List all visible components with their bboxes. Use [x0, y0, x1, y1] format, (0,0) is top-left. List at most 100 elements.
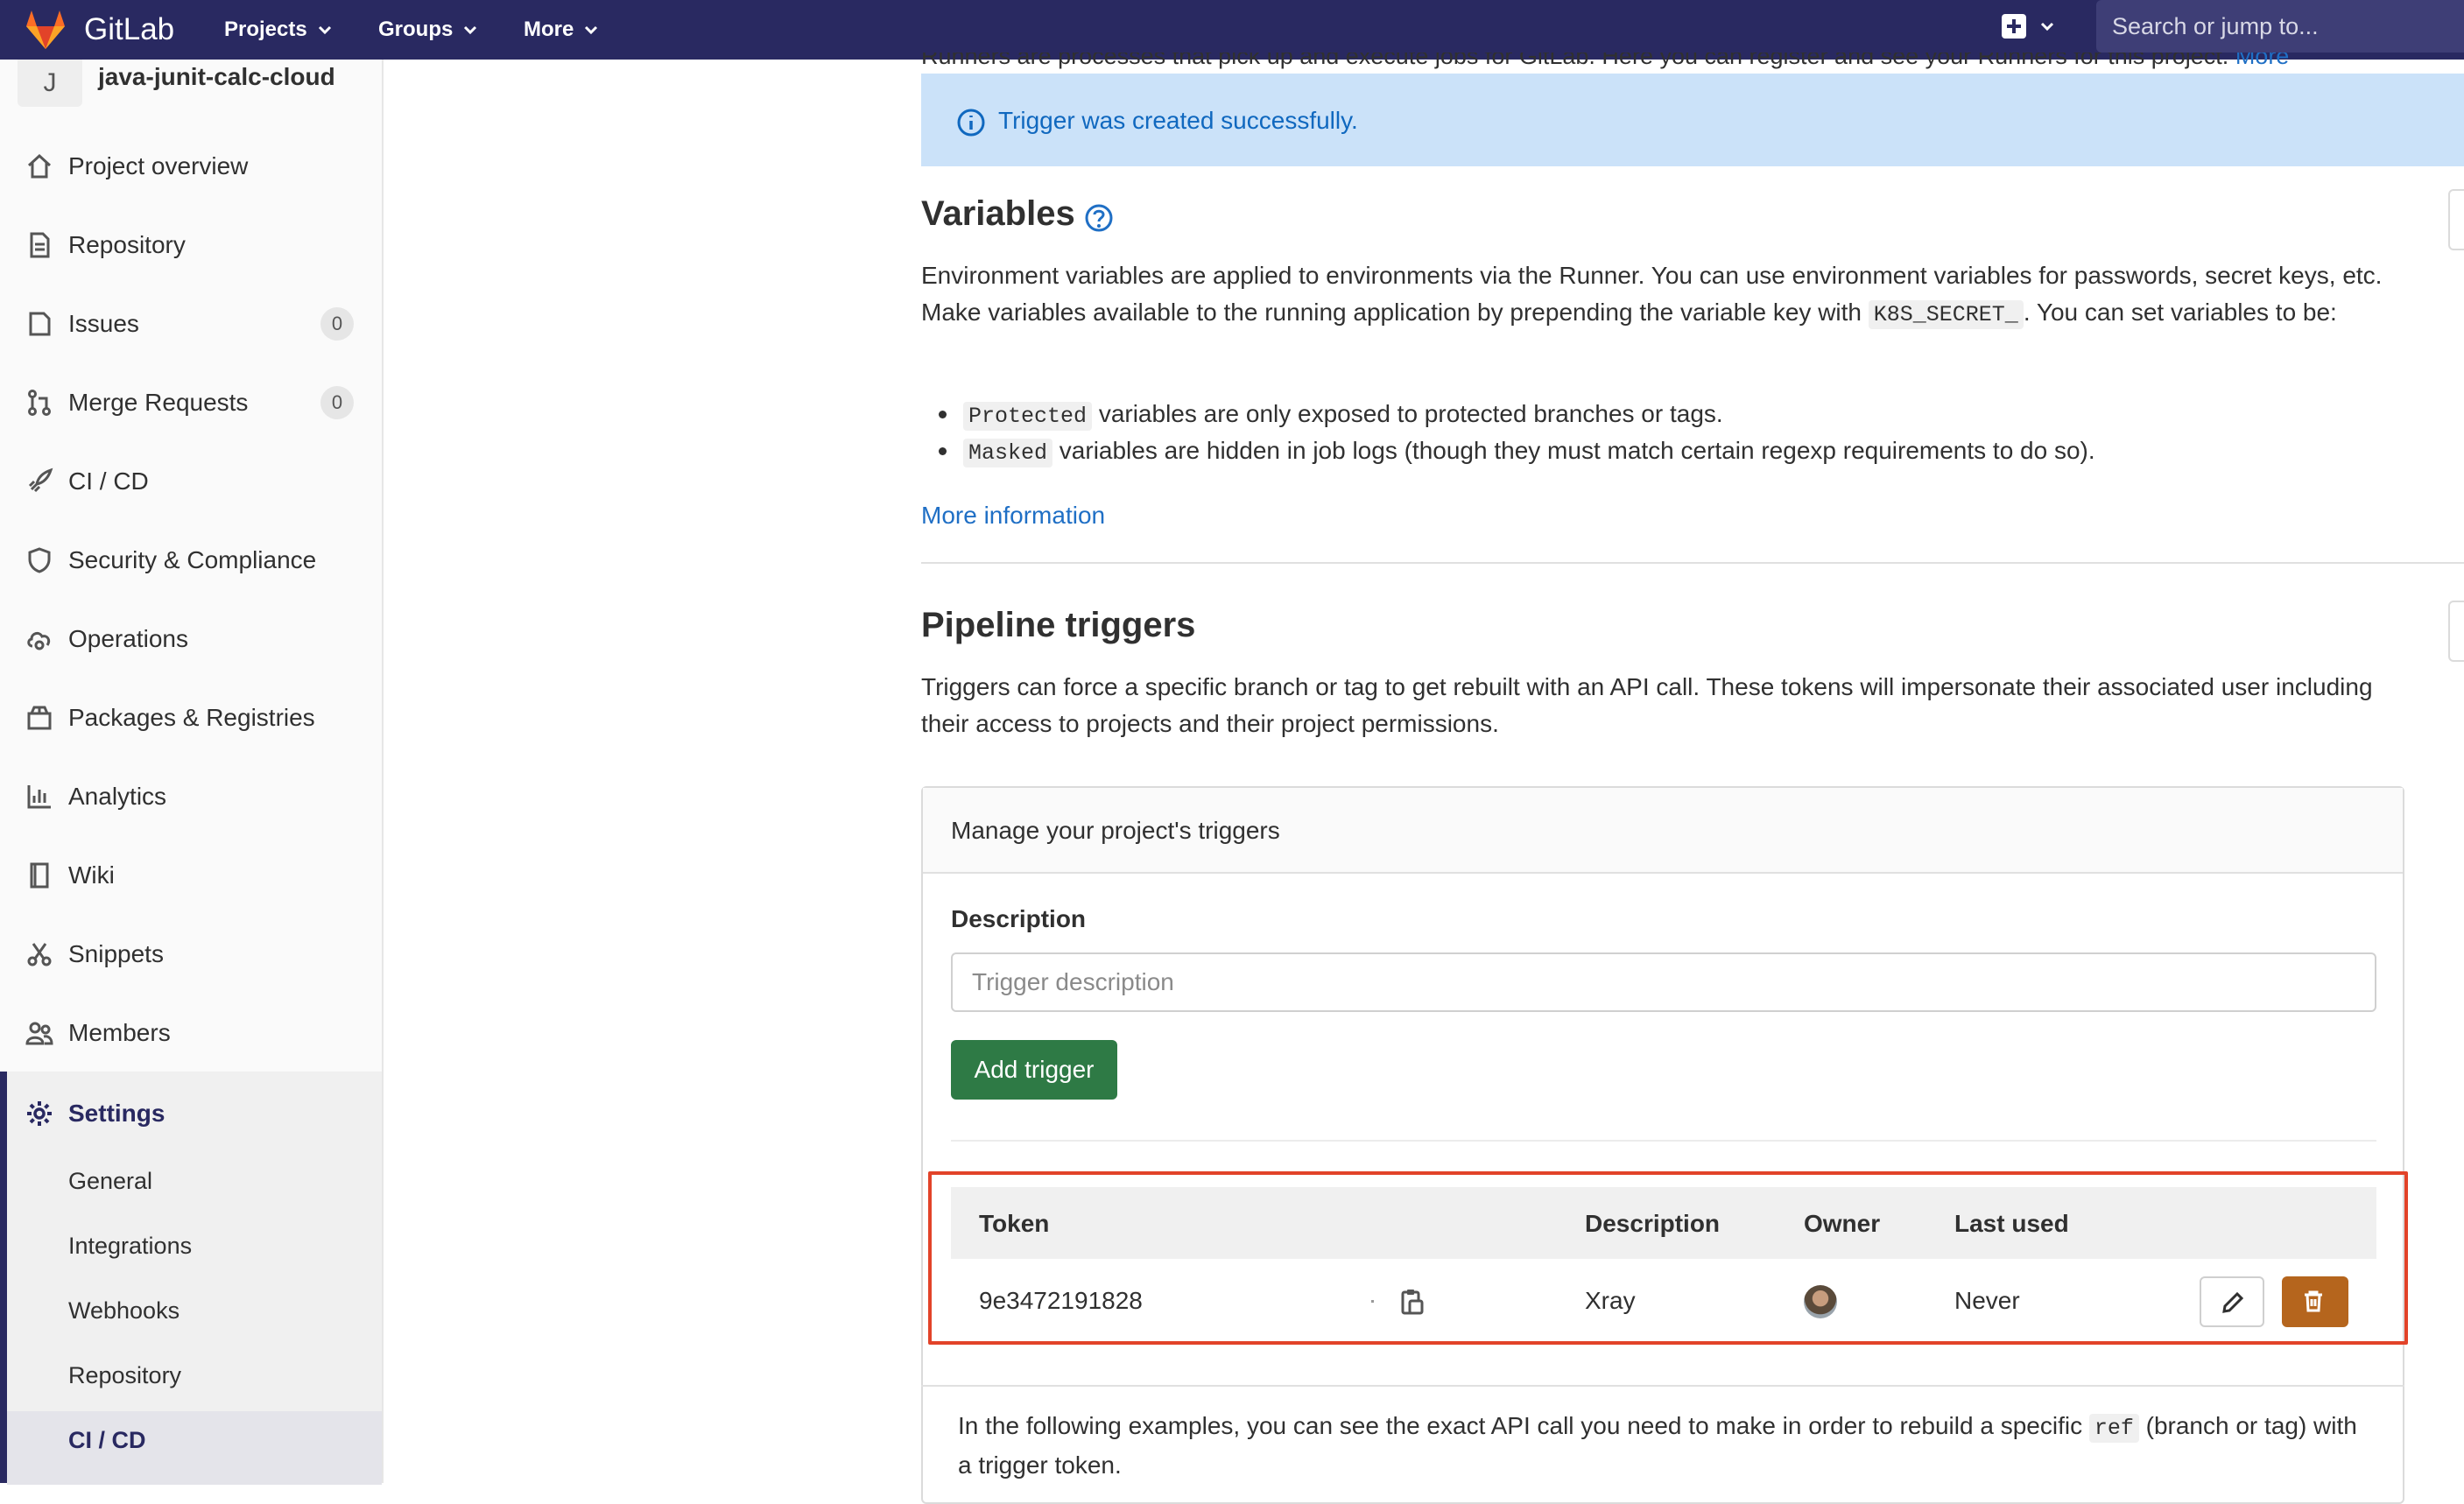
sidebar-item-label: Merge Requests: [68, 389, 249, 416]
settings-sub-item-ci-cd[interactable]: CI / CD: [68, 1427, 146, 1454]
sidebar: J java-junit-calc-cloud Project overview…: [0, 60, 384, 1485]
variables-title: Variables: [921, 194, 1075, 233]
description-label: Description: [951, 905, 1087, 932]
sidebar-item-operations[interactable]: Operations: [0, 611, 382, 667]
sidebar-item-snippets[interactable]: Snippets: [0, 926, 382, 982]
nav-more-dropdown[interactable]: More: [524, 0, 598, 60]
doc-icon: [30, 232, 50, 258]
shield-icon: [28, 547, 51, 573]
sidebar-item-label: Project overview: [68, 152, 249, 179]
active-subitem-background: [7, 1411, 382, 1485]
sidebar-item-label: CI / CD: [68, 467, 149, 495]
variables-description: Environment variables are applied to env…: [921, 257, 2410, 334]
sidebar-item-analytics[interactable]: Analytics: [0, 769, 382, 825]
ref-code: ref: [2088, 1414, 2139, 1443]
brand-name: GitLab: [84, 12, 175, 46]
users-icon: [25, 1022, 53, 1045]
more-information-link[interactable]: More information: [921, 497, 2410, 534]
gitlab-home-link[interactable]: GitLab: [23, 0, 174, 60]
info-icon: [957, 109, 985, 137]
examples-text-before: In the following examples, you can see t…: [958, 1412, 2083, 1439]
add-trigger-button[interactable]: Add trigger: [951, 1040, 1117, 1100]
section-divider: [921, 562, 2464, 564]
card-header-text: Manage your project's triggers: [951, 817, 1280, 844]
trigger-examples-text: In the following examples, you can see t…: [958, 1408, 2376, 1484]
project-name-link[interactable]: java-junit-calc-cloud: [98, 63, 335, 91]
nav-projects-dropdown[interactable]: Projects: [224, 0, 332, 60]
rocket-icon: [28, 467, 53, 493]
question-icon[interactable]: [1084, 203, 1114, 233]
card-body-divider: [921, 1385, 2404, 1387]
sidebar-item-members[interactable]: Members: [0, 1005, 382, 1061]
masked-bullet: Masked variables are hidden in job logs …: [939, 432, 2095, 472]
trigger-description-input[interactable]: [951, 952, 2376, 1012]
variables-expand-button[interactable]: [2448, 189, 2464, 250]
triggers-card: Manage your project's triggers: [921, 786, 2404, 1504]
triggers-collapse-button[interactable]: [2448, 601, 2464, 662]
protected-text: variables are only exposed to protected …: [1098, 400, 1723, 427]
sidebar-item-label: Snippets: [68, 940, 164, 967]
sidebar-item-label: Operations: [68, 625, 188, 652]
issues-count-badge: 0: [320, 307, 354, 341]
sidebar-item-wiki[interactable]: Wiki: [0, 847, 382, 903]
success-alert: Trigger was created successfully.: [921, 74, 2464, 166]
scissors-icon: [27, 943, 52, 966]
gitlab-logo-icon: [26, 11, 65, 49]
sidebar-item-project-overview[interactable]: Project overview: [0, 138, 382, 194]
sidebar-item-security-compliance[interactable]: Security & Compliance: [0, 532, 382, 588]
chevron-down-icon[interactable]: [2040, 19, 2054, 33]
merge-requests-count-badge: 0: [320, 386, 354, 419]
pipeline-triggers-title: Pipeline triggers: [921, 606, 1196, 644]
chevron-down-icon: [318, 25, 331, 35]
merge-request-icon: [28, 390, 51, 416]
cloud-gear-icon: [27, 631, 51, 650]
gear-icon: [27, 1101, 52, 1126]
sidebar-item-label: Packages & Registries: [68, 704, 315, 731]
nav-projects-label: Projects: [224, 18, 307, 41]
nav-groups-label: Groups: [378, 18, 454, 41]
sidebar-item-label: Security & Compliance: [68, 546, 317, 573]
runners-description: Runners are processes that pick up and e…: [921, 53, 2464, 75]
chevron-down-icon: [464, 25, 477, 35]
sidebar-item-label: Analytics: [68, 783, 167, 810]
top-navbar: GitLab Projects Groups More: [0, 0, 2464, 60]
sidebar-item-label: Repository: [68, 231, 186, 258]
sidebar-item-label: Wiki: [68, 861, 115, 889]
protected-code: Protected: [963, 402, 1093, 431]
sidebar-item-label: Issues: [68, 310, 139, 337]
nav-groups-dropdown[interactable]: Groups: [378, 0, 477, 60]
sidebar-item-packages-registries[interactable]: Packages & Registries: [0, 690, 382, 746]
masked-text: variables are hidden in job logs (though…: [1059, 437, 2095, 464]
chart-icon: [27, 785, 51, 809]
token-row-highlight: [928, 1171, 2408, 1345]
triggers-description: Triggers can force a specific branch or …: [921, 673, 2373, 737]
sidebar-item-label: Members: [68, 1019, 171, 1046]
alert-message: Trigger was created successfully.: [998, 107, 1358, 134]
k8s-secret-code: K8S_SECRET_: [1868, 300, 2024, 329]
masked-code: Masked: [963, 439, 1053, 467]
protected-bullet: Protected variables are only exposed to …: [939, 396, 1723, 435]
package-icon: [27, 706, 52, 730]
settings-sub-item-integrations[interactable]: Integrations: [68, 1233, 192, 1260]
sidebar-item-repository[interactable]: Repository: [0, 217, 382, 273]
runners-text: Runners are processes that pick up and e…: [921, 53, 2229, 69]
form-divider: [951, 1140, 2376, 1142]
settings-sub-item-general[interactable]: General: [68, 1168, 152, 1195]
home-icon: [27, 153, 52, 179]
settings-sub-item-webhooks[interactable]: Webhooks: [68, 1297, 180, 1325]
nav-more-label: More: [524, 18, 574, 41]
variables-text-after: . You can set variables to be:: [2023, 299, 2337, 326]
sidebar-item-settings[interactable]: Settings: [0, 1086, 382, 1142]
sidebar-item-ci-cd[interactable]: CI / CD: [0, 453, 382, 510]
runners-more-link[interactable]: More: [2235, 53, 2290, 69]
search-input[interactable]: [2096, 0, 2464, 53]
issues-icon: [29, 312, 51, 336]
project-avatar[interactable]: J: [18, 60, 82, 107]
settings-sub-item-repository[interactable]: Repository: [68, 1362, 181, 1389]
book-icon: [30, 862, 49, 889]
sidebar-item-merge-requests[interactable]: Merge Requests 0: [0, 375, 382, 431]
sidebar-item-label: Settings: [68, 1100, 165, 1127]
sidebar-item-issues[interactable]: Issues 0: [0, 296, 382, 352]
triggers-card-header: Manage your project's triggers: [923, 788, 2403, 874]
new-item-plus-icon[interactable]: [2002, 14, 2026, 39]
